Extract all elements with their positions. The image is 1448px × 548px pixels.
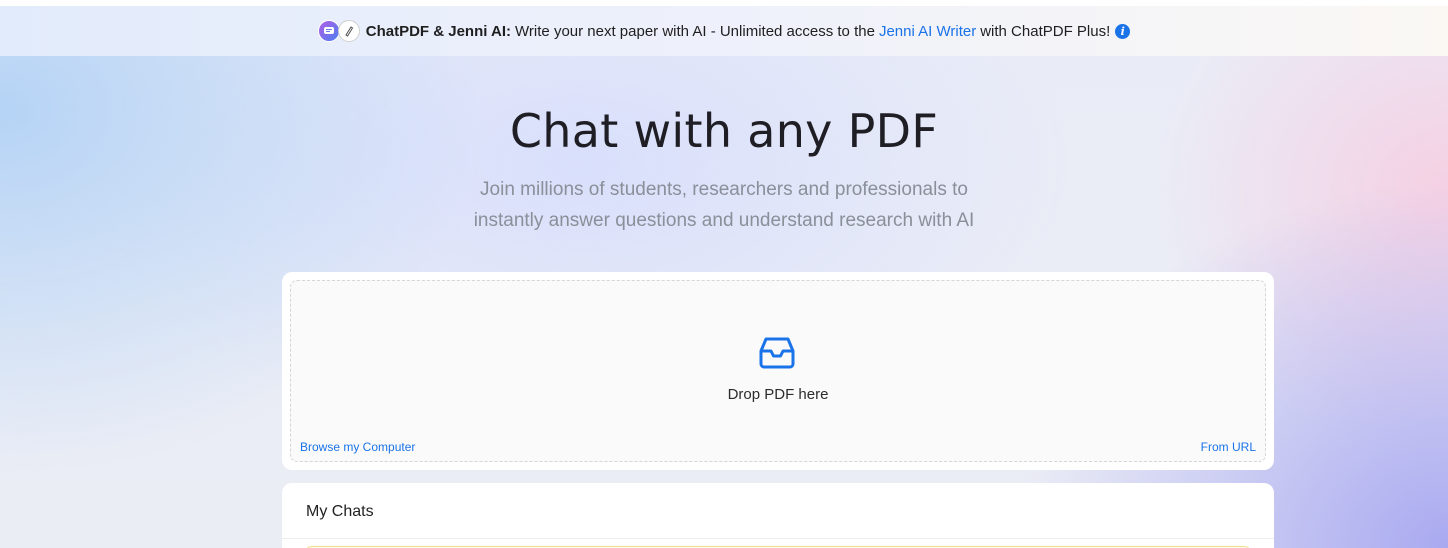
promo-banner: ChatPDF & Jenni AI: Write your next pape… <box>0 6 1448 56</box>
banner-brand-label: ChatPDF & Jenni AI: <box>365 22 512 40</box>
pdf-drop-zone[interactable]: Drop PDF here Browse my Computer From UR… <box>290 280 1266 462</box>
banner-text-end: with ChatPDF Plus! <box>980 22 1111 40</box>
page-subtitle: Join millions of students, researchers a… <box>0 174 1448 236</box>
my-chats-panel: My Chats <box>282 483 1274 548</box>
banner-text: Write your next paper with AI - Unlimite… <box>515 22 875 40</box>
browse-computer-link[interactable]: Browse my Computer <box>300 440 415 454</box>
chatpdf-logo-icon <box>317 20 340 42</box>
info-icon[interactable]: i <box>1115 23 1131 39</box>
jenni-logo-icon <box>337 20 360 42</box>
jenni-ai-writer-link[interactable]: Jenni AI Writer <box>879 23 976 40</box>
page-title: Chat with any PDF <box>509 104 939 158</box>
subtitle-line-2: instantly answer questions and understan… <box>473 210 975 231</box>
banner-logos <box>317 20 360 42</box>
from-url-link[interactable]: From URL <box>1201 440 1256 454</box>
upload-card: Drop PDF here Browse my Computer From UR… <box>282 272 1274 470</box>
divider <box>282 538 1274 539</box>
subtitle-line-1: Join millions of students, researchers a… <box>480 179 968 200</box>
my-chats-heading: My Chats <box>306 503 374 520</box>
drop-pdf-label: Drop PDF here <box>727 386 829 403</box>
inbox-icon <box>759 337 795 369</box>
